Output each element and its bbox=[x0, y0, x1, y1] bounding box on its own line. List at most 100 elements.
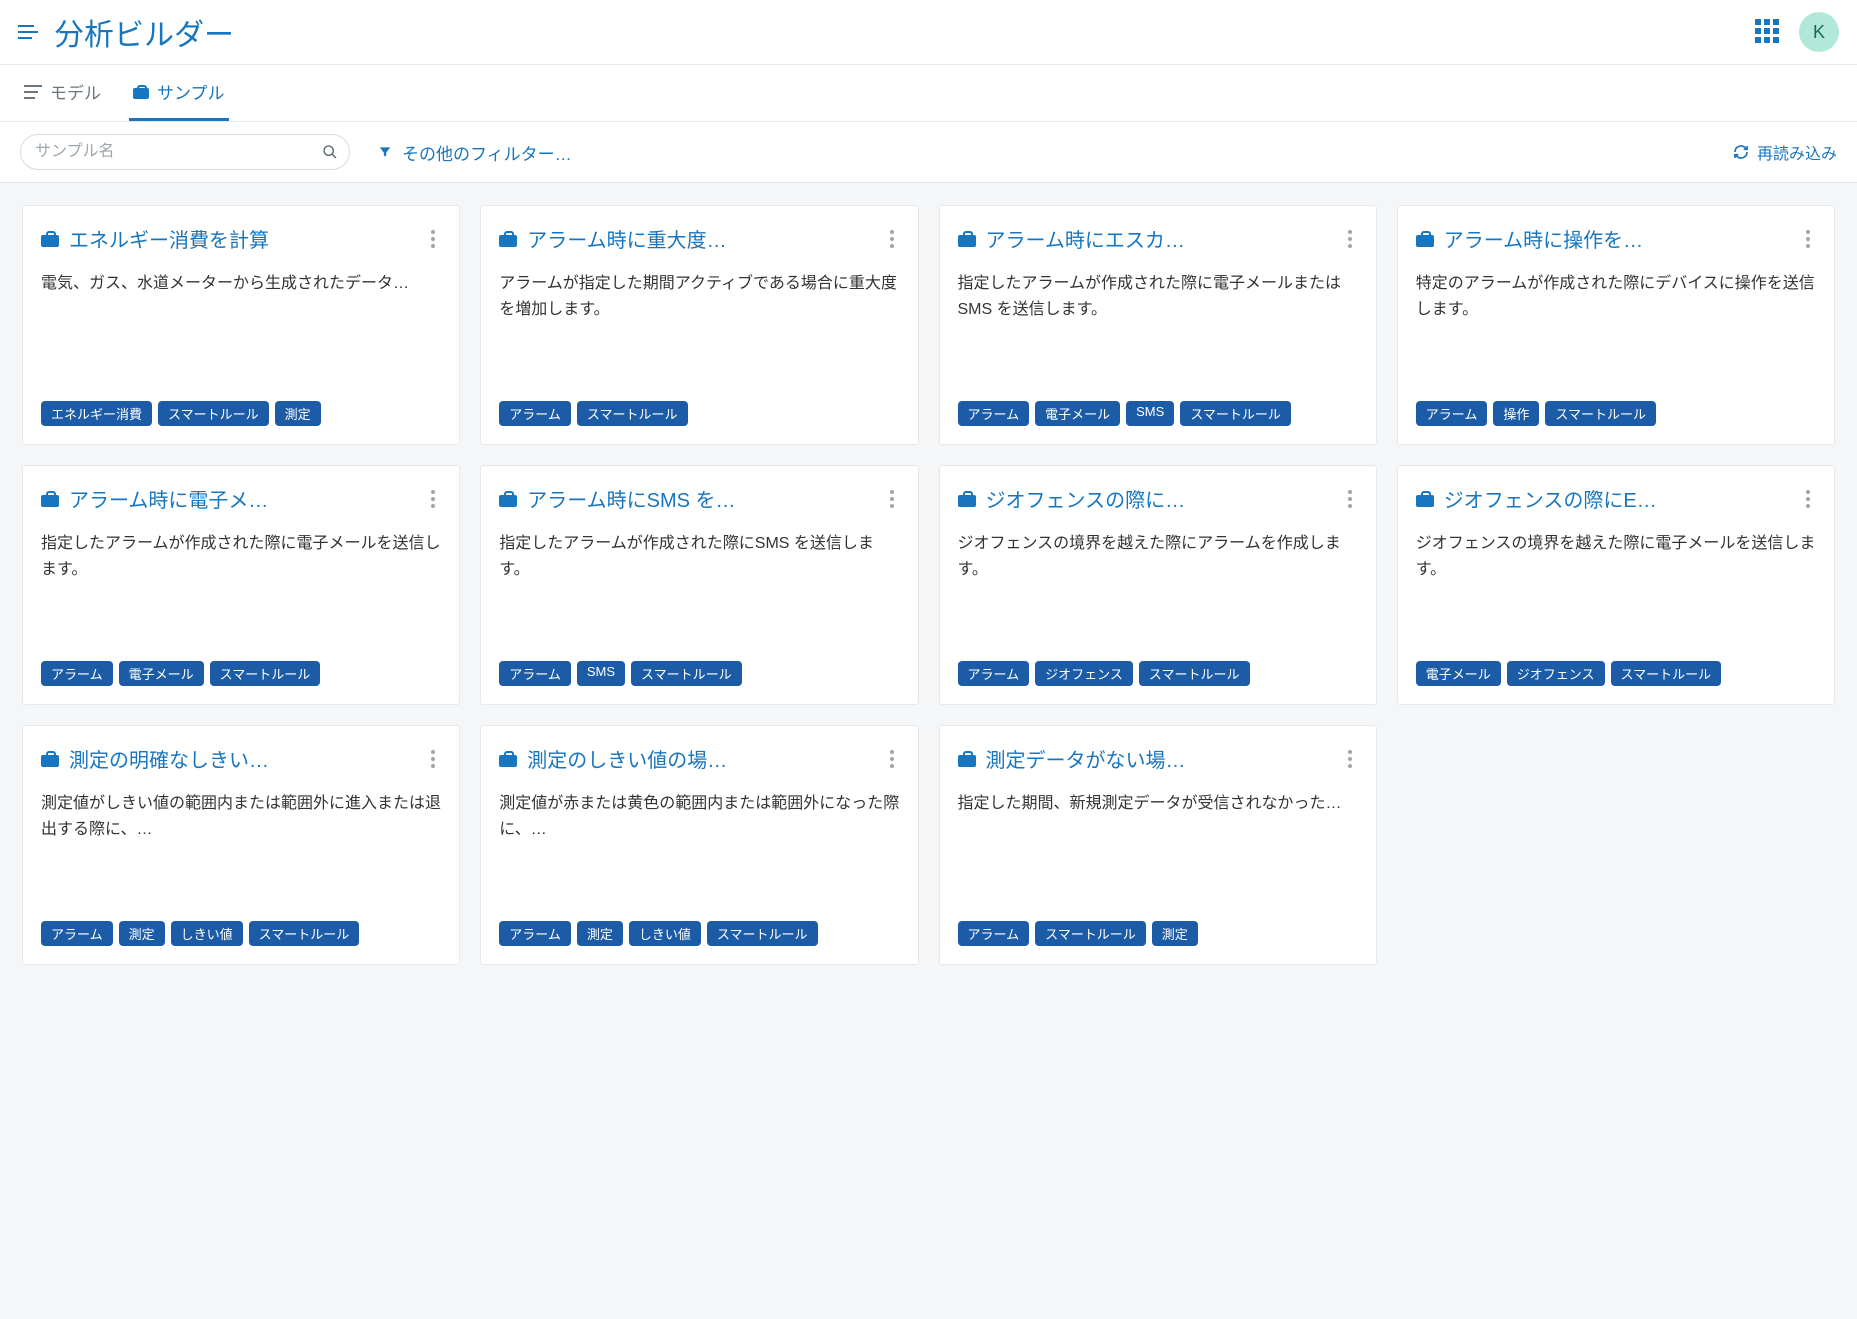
tag[interactable]: SMS bbox=[1126, 401, 1174, 426]
tag[interactable]: スマートルール bbox=[1035, 921, 1146, 946]
tag[interactable]: スマートルール bbox=[1545, 401, 1656, 426]
tag[interactable]: スマートルール bbox=[1611, 661, 1722, 686]
tag[interactable]: ジオフェンス bbox=[1035, 661, 1133, 686]
tag[interactable]: アラーム bbox=[499, 661, 571, 686]
more-vertical-icon bbox=[890, 750, 894, 768]
tag[interactable]: アラーム bbox=[499, 921, 571, 946]
tag[interactable]: 電子メール bbox=[1416, 661, 1501, 686]
tag[interactable]: スマートルール bbox=[631, 661, 742, 686]
sample-card[interactable]: 測定のしきい値の場…測定値が赤または黄色の範囲内または範囲外になった際に、…アラ… bbox=[480, 725, 918, 965]
card-title-wrap: 測定データがない場… bbox=[958, 744, 1342, 773]
card-tags: アラームSMSスマートルール bbox=[499, 661, 899, 686]
card-title-wrap: アラーム時に重大度… bbox=[499, 224, 883, 253]
tag[interactable]: スマートルール bbox=[158, 401, 269, 426]
sample-card[interactable]: エネルギー消費を計算電気、ガス、水道メーターから生成されたデータ…エネルギー消費… bbox=[22, 205, 460, 445]
tag[interactable]: スマートルール bbox=[1139, 661, 1250, 686]
card-description: アラームが指定した期間アクティブである場合に重大度を増加します。 bbox=[499, 271, 899, 387]
more-vertical-icon bbox=[1806, 230, 1810, 248]
tag[interactable]: SMS bbox=[577, 661, 625, 686]
tag[interactable]: アラーム bbox=[499, 401, 571, 426]
filter-label: その他のフィルター… bbox=[402, 140, 572, 165]
tag[interactable]: スマートルール bbox=[1180, 401, 1291, 426]
search-input[interactable] bbox=[20, 134, 350, 170]
tag[interactable]: スマートルール bbox=[707, 921, 818, 946]
more-options-button[interactable] bbox=[425, 488, 441, 510]
sample-card[interactable]: アラーム時にSMS を…指定したアラームが作成された際にSMS を送信します。ア… bbox=[480, 465, 918, 705]
filter-button[interactable]: その他のフィルター… bbox=[378, 140, 572, 165]
card-tags: アラーム操作スマートルール bbox=[1416, 401, 1816, 426]
tag[interactable]: アラーム bbox=[958, 401, 1030, 426]
briefcase-icon bbox=[1416, 491, 1434, 507]
tag[interactable]: エネルギー消費 bbox=[41, 401, 152, 426]
tag[interactable]: アラーム bbox=[958, 921, 1030, 946]
card-header: アラーム時に電子メ… bbox=[41, 484, 441, 513]
more-options-button[interactable] bbox=[884, 228, 900, 250]
tag[interactable]: 測定 bbox=[1152, 921, 1198, 946]
tag[interactable]: ジオフェンス bbox=[1507, 661, 1605, 686]
avatar[interactable]: K bbox=[1799, 12, 1839, 52]
sample-card[interactable]: ジオフェンスの際に… ジオフェンスの境界を越えた際にアラームを作成します。アラーム… bbox=[939, 465, 1377, 705]
tag[interactable]: 電子メール bbox=[1035, 401, 1120, 426]
card-title: ジオフェンスの際に… bbox=[986, 484, 1186, 513]
tag[interactable]: アラーム bbox=[1416, 401, 1488, 426]
tag[interactable]: スマートルール bbox=[577, 401, 688, 426]
tag[interactable]: 電子メール bbox=[119, 661, 204, 686]
reload-button[interactable]: 再読み込み bbox=[1733, 140, 1837, 164]
sample-card[interactable]: 測定の明確なしきい… 測定値がしきい値の範囲内または範囲外に進入または退出する際に… bbox=[22, 725, 460, 965]
card-header: アラーム時に操作を… bbox=[1416, 224, 1816, 253]
more-options-button[interactable] bbox=[1342, 748, 1358, 770]
sample-card[interactable]: アラーム時に重大度… アラームが指定した期間アクティブである場合に重大度を増加しま… bbox=[480, 205, 918, 445]
tag[interactable]: アラーム bbox=[958, 661, 1030, 686]
toolbar: その他のフィルター… 再読み込み bbox=[0, 122, 1857, 183]
briefcase-icon bbox=[499, 491, 517, 507]
sample-card[interactable]: ジオフェンスの際にE… ジオフェンスの境界を越えた際に電子メールを送信します。電子… bbox=[1397, 465, 1835, 705]
card-title: 測定の明確なしきい… bbox=[69, 744, 269, 773]
card-title: 測定データがない場… bbox=[986, 744, 1186, 773]
more-options-button[interactable] bbox=[1342, 228, 1358, 250]
card-grid: エネルギー消費を計算電気、ガス、水道メーターから生成されたデータ…エネルギー消費… bbox=[0, 183, 1857, 987]
tab-model[interactable]: モデル bbox=[20, 65, 105, 121]
tag[interactable]: しきい値 bbox=[171, 921, 243, 946]
more-options-button[interactable] bbox=[884, 748, 900, 770]
tag[interactable]: 測定 bbox=[577, 921, 623, 946]
tag[interactable]: 測定 bbox=[119, 921, 165, 946]
card-tags: アラーム測定しきい値スマートルール bbox=[41, 921, 441, 946]
search-wrap bbox=[20, 134, 350, 170]
card-header: アラーム時にエスカ… bbox=[958, 224, 1358, 253]
card-description: ジオフェンスの境界を越えた際にアラームを作成します。 bbox=[958, 531, 1358, 647]
card-description: 指定した期間、新規測定データが受信されなかった… bbox=[958, 791, 1358, 907]
menu-toggle-icon[interactable] bbox=[18, 21, 40, 43]
tag[interactable]: アラーム bbox=[41, 661, 113, 686]
more-vertical-icon bbox=[431, 750, 435, 768]
card-description: 特定のアラームが作成された際にデバイスに操作を送信します。 bbox=[1416, 271, 1816, 387]
sample-card[interactable]: アラーム時に電子メ…指定したアラームが作成された際に電子メールを送信します。アラ… bbox=[22, 465, 460, 705]
card-title: アラーム時にSMS を… bbox=[527, 484, 735, 513]
sample-card[interactable]: 測定データがない場… 指定した期間、新規測定データが受信されなかった… アラームスマ… bbox=[939, 725, 1377, 965]
more-options-button[interactable] bbox=[425, 228, 441, 250]
more-options-button[interactable] bbox=[1800, 488, 1816, 510]
tag[interactable]: スマートルール bbox=[210, 661, 321, 686]
card-description: ジオフェンスの境界を越えた際に電子メールを送信します。 bbox=[1416, 531, 1816, 647]
tag[interactable]: 測定 bbox=[275, 401, 321, 426]
more-vertical-icon bbox=[1348, 230, 1352, 248]
tag[interactable]: アラーム bbox=[41, 921, 113, 946]
card-description: 測定値がしきい値の範囲内または範囲外に進入または退出する際に、… bbox=[41, 791, 441, 907]
sample-card[interactable]: アラーム時に操作を… 特定のアラームが作成された際にデバイスに操作を送信します。ア… bbox=[1397, 205, 1835, 445]
tag[interactable]: しきい値 bbox=[629, 921, 701, 946]
card-title-wrap: ジオフェンスの際にE… bbox=[1416, 484, 1800, 513]
card-title-wrap: 測定の明確なしきい… bbox=[41, 744, 425, 773]
tag[interactable]: スマートルール bbox=[249, 921, 360, 946]
more-options-button[interactable] bbox=[1800, 228, 1816, 250]
briefcase-icon bbox=[41, 751, 59, 767]
briefcase-icon bbox=[41, 231, 59, 247]
more-options-button[interactable] bbox=[425, 748, 441, 770]
apps-grid-icon[interactable] bbox=[1755, 19, 1781, 45]
tag[interactable]: 操作 bbox=[1493, 401, 1539, 426]
more-options-button[interactable] bbox=[884, 488, 900, 510]
card-header: ジオフェンスの際に… bbox=[958, 484, 1358, 513]
sample-card[interactable]: アラーム時にエスカ…指定したアラームが作成された際に電子メールまたはSMS を送… bbox=[939, 205, 1377, 445]
tab-sample[interactable]: サンプル bbox=[129, 65, 229, 121]
more-vertical-icon bbox=[890, 230, 894, 248]
more-options-button[interactable] bbox=[1342, 488, 1358, 510]
toolbar-left: その他のフィルター… bbox=[20, 134, 572, 170]
